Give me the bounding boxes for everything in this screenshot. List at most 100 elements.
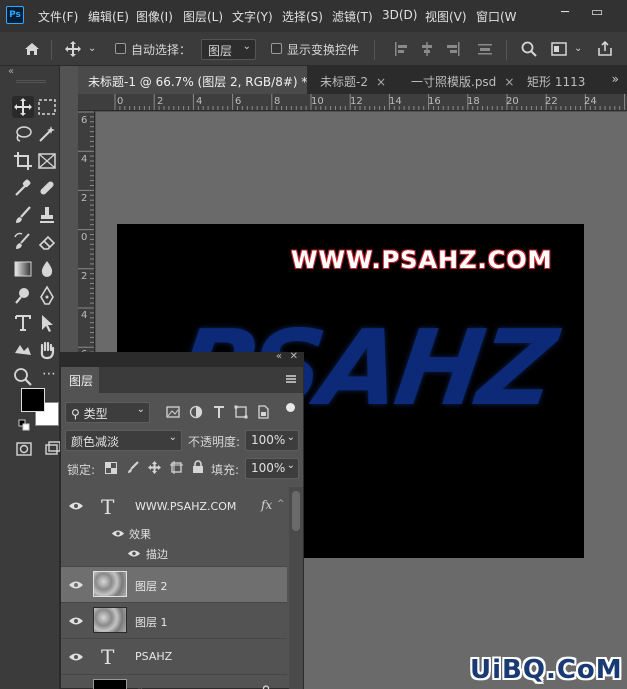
menu-image[interactable]: 图像(I)	[136, 8, 173, 25]
tab-label: 一寸照模版.psd	[411, 75, 497, 89]
menu-file[interactable]: 文件(F)	[38, 8, 78, 25]
history-brush-icon[interactable]	[12, 231, 34, 253]
panel-dock-header[interactable]: « ✕	[60, 351, 304, 366]
hand-tool-icon[interactable]	[36, 339, 58, 361]
chevron-down-icon[interactable]: ⌄	[88, 43, 96, 54]
tab-document-2[interactable]: 未标题-2 ×	[310, 66, 400, 94]
dodge-tool-icon[interactable]	[12, 285, 34, 307]
auto-select-target-dropdown[interactable]: 图层 ⌄	[201, 39, 256, 60]
share-icon[interactable]	[596, 40, 614, 58]
layers-scrollbar[interactable]	[289, 487, 303, 689]
foreground-color-swatch[interactable]	[21, 388, 45, 412]
visibility-eye-icon[interactable]	[68, 652, 84, 662]
maximize-button[interactable]: ▭	[587, 3, 607, 23]
lock-label: 锁定:	[67, 463, 96, 477]
eyedropper-icon[interactable]	[12, 177, 34, 199]
magic-wand-icon[interactable]	[36, 123, 58, 145]
grip-handle[interactable]	[16, 80, 46, 83]
tab-document-1[interactable]: 未标题-1 @ 66.7% (图层 2, RGB/8#) *×	[78, 66, 307, 94]
lock-artboard-icon[interactable]	[170, 461, 183, 474]
type-tool-icon[interactable]	[12, 312, 34, 334]
distribute-icon[interactable]	[476, 40, 494, 58]
workspace-icon[interactable]	[550, 40, 568, 58]
layer-row-psahz-text[interactable]: T PSAHZ	[61, 639, 287, 675]
visibility-eye-icon[interactable]	[68, 580, 84, 590]
tab-layers[interactable]: 图层	[61, 367, 99, 393]
lasso-tool-icon[interactable]	[12, 123, 34, 145]
move-tool-icon[interactable]	[64, 40, 82, 58]
layer-row-layer-1[interactable]: 图层 1	[61, 603, 287, 639]
close-panel-icon[interactable]: ✕	[290, 351, 298, 362]
quick-mask-icon[interactable]	[15, 440, 33, 458]
collapse-panel-icon[interactable]: «	[276, 351, 282, 362]
zoom-tool-icon[interactable]	[12, 366, 34, 388]
lock-all-icon[interactable]	[192, 460, 204, 474]
menu-window[interactable]: 窗口(W	[476, 8, 517, 25]
layer-row-background[interactable]: 背景	[61, 675, 287, 689]
move-tool-icon[interactable]	[12, 96, 34, 118]
lock-transparent-icon[interactable]	[105, 462, 117, 474]
panel-menu-icon[interactable]	[285, 373, 297, 385]
chevron-up-icon[interactable]: ^	[277, 499, 285, 509]
lock-pixels-icon[interactable]	[127, 461, 140, 474]
visibility-eye-icon[interactable]	[68, 616, 84, 626]
menu-type[interactable]: 文字(Y)	[232, 8, 273, 25]
scrollbar-thumb[interactable]	[292, 491, 300, 531]
shape-tool-icon[interactable]	[12, 339, 34, 361]
close-icon[interactable]: ×	[504, 75, 514, 89]
opacity-input[interactable]: 100% ⌄	[245, 430, 299, 451]
minimize-button[interactable]: ─	[555, 3, 575, 23]
align-right-icon[interactable]	[444, 40, 462, 58]
chevron-down-icon[interactable]: ⌄	[574, 43, 582, 54]
stroke-effect-label[interactable]: 描边	[146, 546, 168, 562]
more-tools-icon[interactable]: ⋯	[42, 366, 56, 382]
collapse-icon[interactable]: «	[8, 66, 14, 77]
filter-shape-icon[interactable]	[233, 404, 249, 420]
close-icon[interactable]: ×	[376, 75, 386, 89]
ruler-label: 0	[117, 96, 124, 107]
gradient-tool-icon[interactable]	[12, 258, 34, 280]
layer-effects-icon[interactable]: fx	[261, 498, 272, 512]
more-tabs-icon[interactable]: »	[612, 72, 619, 86]
align-center-icon[interactable]	[418, 40, 436, 58]
blur-tool-icon[interactable]	[36, 258, 58, 280]
crop-tool-icon[interactable]	[12, 150, 34, 172]
menu-layer[interactable]: 图层(L)	[183, 8, 223, 25]
search-icon[interactable]	[520, 40, 538, 58]
filter-type-icon[interactable]	[211, 404, 227, 420]
layer-row-url-text[interactable]: T WWW.PSAHZ.COM fx ^	[61, 489, 287, 523]
menu-view[interactable]: 视图(V)	[425, 8, 467, 25]
align-left-icon[interactable]	[392, 40, 410, 58]
tab-document-3[interactable]: 一寸照模版.psd ×	[403, 66, 516, 94]
menu-edit[interactable]: 编辑(E)	[88, 8, 129, 25]
menu-filter[interactable]: 滤镜(T)	[332, 8, 373, 25]
filter-adjustment-icon[interactable]	[188, 404, 204, 420]
horizontal-ruler[interactable]: 0 2 4 6 8 10 12 14 16 18 20 22 24	[78, 94, 627, 111]
eraser-tool-icon[interactable]	[36, 231, 58, 253]
blend-mode-dropdown[interactable]: 颜色减淡 ⌄	[65, 430, 182, 451]
filter-toggle[interactable]	[286, 403, 295, 412]
lock-position-icon[interactable]	[148, 461, 161, 474]
auto-select-checkbox[interactable]	[115, 43, 126, 54]
marquee-tool-icon[interactable]	[36, 96, 58, 118]
layer-row-layer-2[interactable]: 图层 2	[61, 567, 287, 603]
tab-document-4[interactable]: 矩形 1113	[519, 66, 591, 94]
filter-smart-object-icon[interactable]	[255, 404, 271, 420]
visibility-eye-icon[interactable]	[111, 529, 125, 538]
path-selection-icon[interactable]	[36, 312, 58, 334]
layer-filter-dropdown[interactable]: ⚲ 类型 ⌄	[65, 402, 150, 423]
menu-select[interactable]: 选择(S)	[282, 8, 323, 25]
healing-brush-icon[interactable]	[36, 177, 58, 199]
visibility-eye-icon[interactable]	[68, 501, 84, 511]
pen-tool-icon[interactable]	[36, 285, 58, 307]
fill-input[interactable]: 100% ⌄	[245, 458, 299, 479]
show-transform-checkbox[interactable]	[271, 43, 282, 54]
filter-pixel-icon[interactable]	[165, 404, 181, 420]
frame-tool-icon[interactable]	[36, 150, 58, 172]
menu-3d[interactable]: 3D(D)	[382, 8, 417, 22]
visibility-eye-icon[interactable]	[127, 549, 141, 558]
default-colors-icon[interactable]	[18, 419, 30, 431]
home-icon[interactable]	[23, 40, 41, 58]
brush-tool-icon[interactable]	[12, 204, 34, 226]
stamp-tool-icon[interactable]	[36, 204, 58, 226]
